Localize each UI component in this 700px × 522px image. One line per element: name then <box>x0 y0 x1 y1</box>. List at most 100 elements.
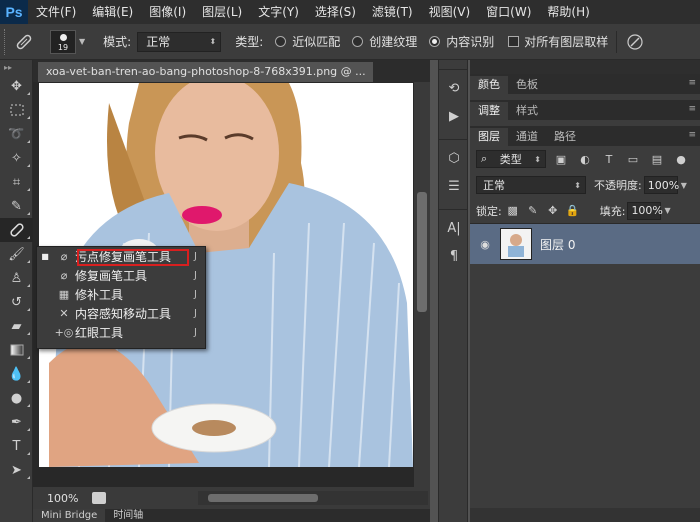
vertical-scrollbar[interactable] <box>414 82 430 487</box>
brush-tool-icon[interactable]: 🖌 <box>0 242 33 266</box>
flyout-item-red-eye[interactable]: +◎ 红眼工具 J <box>37 323 205 342</box>
layer-row[interactable]: ◉ 图层 0 <box>470 224 700 264</box>
menu-layer[interactable]: 图层(L) <box>194 0 250 24</box>
opacity-field[interactable]: 100% <box>643 176 679 194</box>
layer-kind-select[interactable]: ⌕ 类型 ⬍ <box>476 150 546 168</box>
lasso-tool-icon[interactable]: ➰ <box>0 122 33 146</box>
path-selection-icon[interactable]: ➤ <box>0 458 33 482</box>
brush-tip-icon <box>60 33 67 41</box>
menu-window[interactable]: 窗口(W) <box>478 0 539 24</box>
lock-position-icon[interactable]: ✥ <box>544 204 562 217</box>
filter-type-icon[interactable]: T <box>600 153 618 166</box>
chevron-down-icon[interactable]: ▼ <box>681 181 687 190</box>
tab-mini-bridge[interactable]: Mini Bridge <box>33 509 106 522</box>
menu-view[interactable]: 视图(V) <box>421 0 479 24</box>
blend-mode-value: 正常 <box>483 179 505 192</box>
flyout-item-healing-brush[interactable]: ⌀ 修复画笔工具 J <box>37 266 205 285</box>
filter-pixel-icon[interactable]: ▣ <box>552 153 570 166</box>
pressure-size-icon[interactable] <box>623 30 647 54</box>
spot-healing-tool-icon[interactable] <box>0 218 33 242</box>
radio-create-texture[interactable]: 创建纹理 <box>352 33 417 50</box>
eye-icon[interactable]: ◉ <box>470 238 500 251</box>
flyout-item-spot-healing[interactable]: ■ ⌀ 污点修复画笔工具 J <box>37 247 205 266</box>
lock-row: 锁定: ▩ ✎ ✥ 🔒 填充: 100% ▼ <box>470 198 700 224</box>
blend-mode-select[interactable]: 正常 ⬍ <box>476 176 586 194</box>
tab-layers[interactable]: 图层 <box>470 128 508 146</box>
horizontal-scroll-thumb[interactable] <box>208 494 318 502</box>
eraser-icon[interactable]: ▰ <box>0 314 33 338</box>
lock-transparency-icon[interactable]: ▩ <box>504 204 522 217</box>
menu-edit[interactable]: 编辑(E) <box>84 0 141 24</box>
crop-tool-icon[interactable]: ⌗ <box>0 170 33 194</box>
panel-menu-icon[interactable]: ≡ <box>688 104 696 114</box>
spot-healing-brush-icon[interactable] <box>12 30 36 54</box>
menu-select[interactable]: 选择(S) <box>307 0 364 24</box>
lock-pixels-icon[interactable]: ✎ <box>524 204 542 217</box>
marquee-tool-icon[interactable] <box>0 98 33 122</box>
menu-image[interactable]: 图像(I) <box>141 0 194 24</box>
tab-swatches[interactable]: 色板 <box>508 76 546 94</box>
filter-smart-object-icon[interactable]: ▤ <box>648 153 666 166</box>
character-panel-icon[interactable]: A| <box>439 214 469 242</box>
shortcut-key: J <box>194 270 197 281</box>
selected-bullet-icon: ■ <box>41 252 49 261</box>
blend-row: 正常 ⬍ 不透明度: 100% ▼ <box>470 172 700 198</box>
pen-tool-icon[interactable]: ✒ <box>0 410 33 434</box>
fill-field[interactable]: 100% <box>627 201 663 220</box>
radio-proximity-match[interactable]: 近似匹配 <box>275 33 340 50</box>
layer-thumbnail[interactable] <box>500 228 532 260</box>
filter-adjustment-icon[interactable]: ◐ <box>576 153 594 166</box>
flyout-item-patch[interactable]: ▦ 修补工具 J <box>37 285 205 304</box>
zoom-level[interactable]: 100% <box>47 492 78 505</box>
healing-brush-icon: ⌀ <box>60 269 68 282</box>
gradient-tool-icon[interactable] <box>0 338 33 362</box>
blur-tool-icon[interactable]: 💧 <box>0 362 33 386</box>
move-tool-icon[interactable]: ✥ <box>0 74 33 98</box>
clone-stamp-icon[interactable]: ♙ <box>0 266 33 290</box>
options-grip[interactable] <box>4 28 12 55</box>
tab-paths[interactable]: 路径 <box>546 128 584 146</box>
properties-panel-icon[interactable]: ☰ <box>439 172 469 200</box>
updown-icon: ⬍ <box>574 180 581 190</box>
panel-menu-icon[interactable]: ≡ <box>688 78 696 88</box>
history-panel-icon[interactable]: ⟲ <box>439 74 469 102</box>
menu-filter[interactable]: 滤镜(T) <box>364 0 421 24</box>
filter-toggle-icon[interactable]: ● <box>672 153 690 166</box>
tab-channels[interactable]: 通道 <box>508 128 546 146</box>
tab-styles[interactable]: 样式 <box>508 102 546 120</box>
document-info-icon[interactable] <box>92 492 107 504</box>
type-label: 类型: <box>235 35 264 49</box>
tab-adjustments[interactable]: 调整 <box>470 102 508 120</box>
paragraph-panel-icon[interactable]: ¶ <box>439 242 469 270</box>
horizontal-scrollbar[interactable] <box>198 491 428 505</box>
chevron-down-icon[interactable]: ▼ <box>79 37 85 46</box>
layer-name[interactable]: 图层 0 <box>540 236 575 253</box>
dodge-tool-icon[interactable]: ● <box>0 386 33 410</box>
menu-help[interactable]: 帮助(H) <box>539 0 597 24</box>
tab-color[interactable]: 颜色 <box>470 76 508 94</box>
lock-all-icon[interactable]: 🔒 <box>564 204 582 217</box>
menu-type[interactable]: 文字(Y) <box>250 0 307 24</box>
brush-preset-picker[interactable]: 19 <box>50 29 76 54</box>
menu-file[interactable]: 文件(F) <box>28 0 84 24</box>
flyout-item-content-aware-move[interactable]: ✕ 内容感知移动工具 J <box>37 304 205 323</box>
type-tool-icon[interactable]: T <box>0 434 33 458</box>
tab-timeline[interactable]: 时间轴 <box>105 509 151 522</box>
vertical-scroll-thumb[interactable] <box>417 192 427 312</box>
toolbar-collapse-icon[interactable]: ▸▸ <box>0 60 32 74</box>
3d-panel-icon[interactable]: ⬡ <box>439 144 469 172</box>
actions-panel-icon[interactable]: ▶ <box>439 102 469 130</box>
radio-content-aware[interactable]: 内容识别 <box>429 33 494 50</box>
history-brush-icon[interactable]: ↺ <box>0 290 33 314</box>
sample-all-layers-checkbox[interactable] <box>508 36 520 47</box>
document-tab[interactable]: xoa-vet-ban-tren-ao-bang-photoshop-8-768… <box>38 62 373 82</box>
mode-select[interactable]: 正常 ⬍ <box>137 31 222 52</box>
kind-label: 类型 <box>499 153 522 166</box>
options-bar: 19 ▼ 模式: 正常 ⬍ 类型: 近似匹配 创建纹理 内容识别 对所有图层取样 <box>0 24 700 60</box>
photoshop-logo: Ps <box>0 0 28 24</box>
chevron-down-icon[interactable]: ▼ <box>664 206 670 215</box>
magic-wand-icon[interactable]: ✧ <box>0 146 33 170</box>
filter-shape-icon[interactable]: ▭ <box>624 153 642 166</box>
panel-menu-icon[interactable]: ≡ <box>688 130 696 140</box>
eyedropper-icon[interactable]: ✎ <box>0 194 33 218</box>
